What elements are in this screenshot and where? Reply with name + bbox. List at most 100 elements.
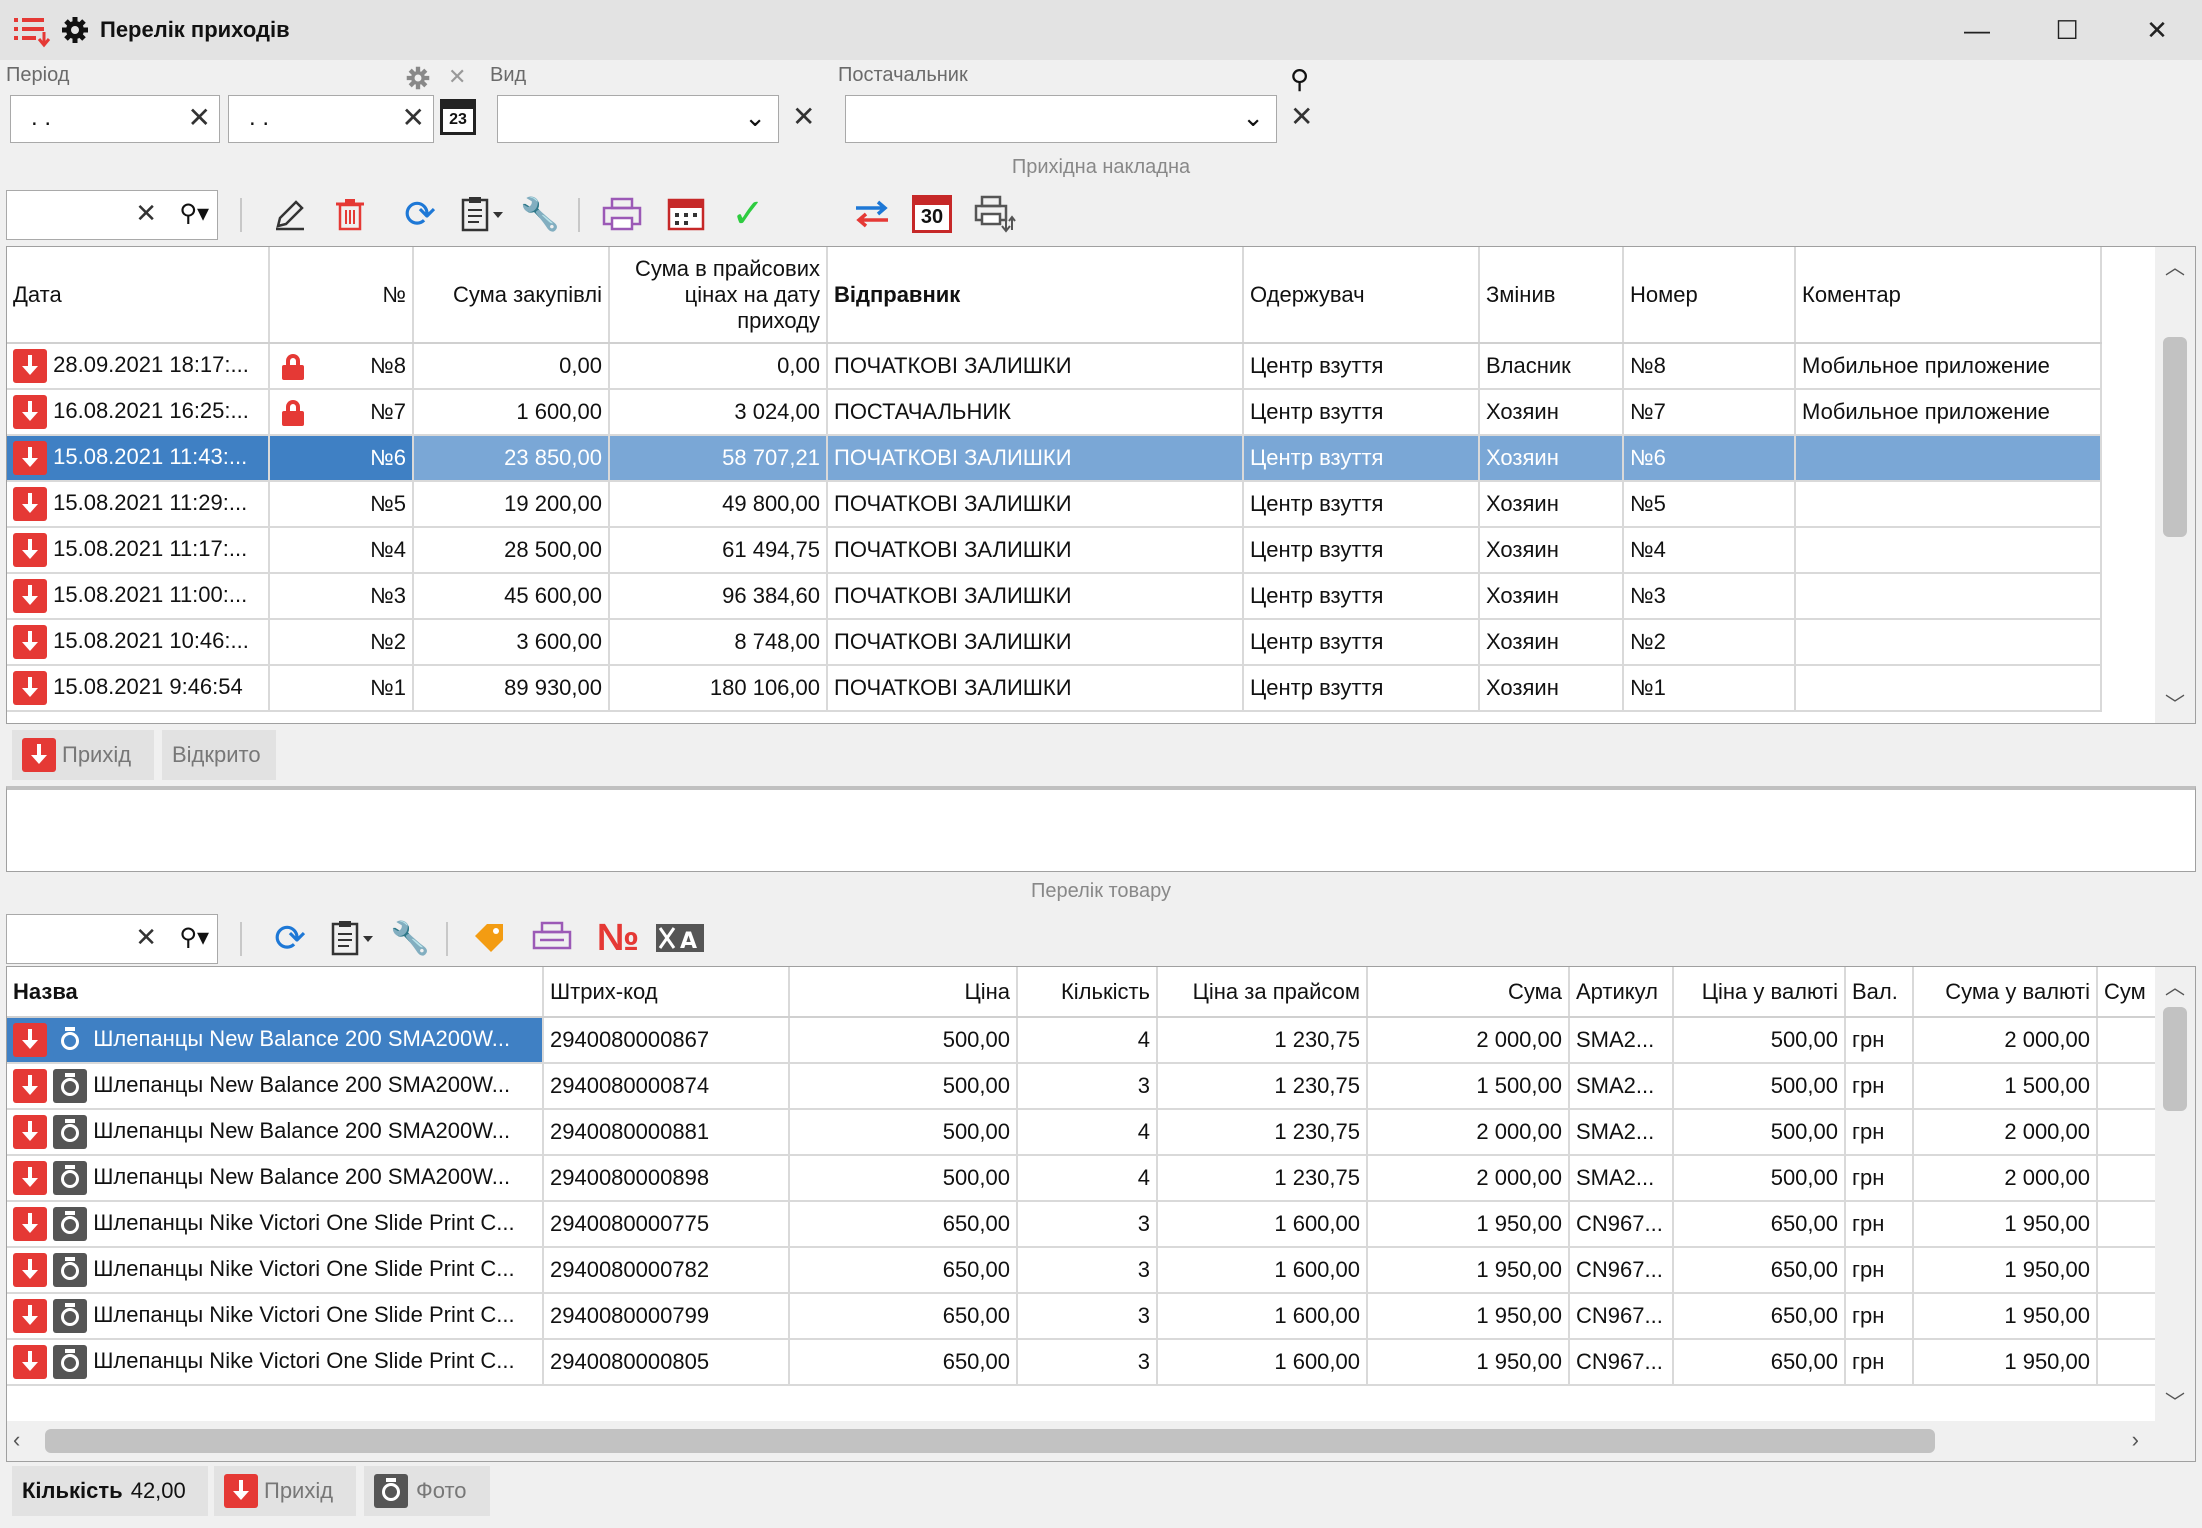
barcode-text-icon[interactable]: A bbox=[652, 910, 708, 966]
open-filter-tag[interactable]: Відкрито bbox=[162, 730, 276, 780]
refresh-icon[interactable]: ⟳ bbox=[398, 186, 442, 242]
edit-icon[interactable] bbox=[268, 186, 312, 242]
col-qty[interactable]: Кількість bbox=[1017, 967, 1158, 1018]
col-sum[interactable]: Сума bbox=[1367, 967, 1570, 1018]
goods-row[interactable]: Шлепанцы Nike Victori One Slide Print C.… bbox=[7, 1293, 2195, 1340]
search-options-icon[interactable]: ⚲▾ bbox=[179, 199, 209, 228]
gear-icon[interactable] bbox=[60, 15, 90, 45]
report-menu-icon[interactable] bbox=[456, 186, 512, 242]
wrench-icon[interactable]: 🔧 bbox=[388, 910, 432, 966]
invoice-search-input[interactable]: ✕ ⚲▾ bbox=[6, 190, 218, 240]
goods-row[interactable]: Шлепанцы Nike Victori One Slide Print C.… bbox=[7, 1247, 2195, 1294]
col-currency[interactable]: Вал. bbox=[1845, 967, 1914, 1018]
camera-icon[interactable] bbox=[53, 1207, 88, 1241]
print-icon[interactable] bbox=[598, 186, 646, 242]
col-price-sum[interactable]: Сума в прайсових цінах на дату приходу bbox=[609, 247, 828, 344]
invoice-row[interactable]: 15.08.2021 10:46:... №2 3 600,00 8 748,0… bbox=[7, 619, 2102, 666]
invoice-row-selected[interactable]: 15.08.2021 11:43:... №6 23 850,00 58 707… bbox=[7, 435, 2102, 482]
col-name[interactable]: Назва bbox=[7, 967, 544, 1018]
camera-icon[interactable] bbox=[53, 1115, 88, 1149]
period-from-field[interactable]: . . ✕ bbox=[10, 95, 220, 143]
period-from-clear-icon[interactable]: ✕ bbox=[188, 104, 211, 132]
col-receiver[interactable]: Одержувач bbox=[1243, 247, 1480, 344]
col-price[interactable]: Ціна bbox=[789, 967, 1018, 1018]
col-purchase-sum[interactable]: Сума закупівлі bbox=[413, 247, 610, 344]
col-sender[interactable]: Відправник bbox=[827, 247, 1244, 344]
numbering-icon[interactable]: № bbox=[590, 910, 646, 966]
period-settings-icon[interactable] bbox=[405, 65, 431, 91]
kind-select[interactable]: ⌄ bbox=[497, 95, 779, 143]
label-print-icon[interactable] bbox=[528, 910, 576, 966]
camera-icon[interactable] bbox=[53, 1299, 88, 1333]
monthly-calendar-icon[interactable]: 30 bbox=[908, 186, 956, 242]
scroll-down-icon[interactable]: ﹀ bbox=[2165, 1386, 2185, 1415]
camera-icon[interactable] bbox=[53, 1345, 88, 1379]
price-tag-icon[interactable] bbox=[466, 910, 514, 966]
wrench-icon[interactable]: 🔧 bbox=[518, 186, 562, 242]
period-to-clear-icon[interactable]: ✕ bbox=[402, 104, 425, 132]
camera-icon[interactable] bbox=[53, 1253, 88, 1287]
delete-icon[interactable] bbox=[328, 186, 372, 242]
invoice-row[interactable]: 15.08.2021 9:46:54 №1 89 930,00 180 106,… bbox=[7, 665, 2102, 712]
transfer-icon[interactable] bbox=[848, 186, 896, 242]
col-barcode[interactable]: Штрих-код bbox=[543, 967, 790, 1018]
scroll-up-icon[interactable]: ︿ bbox=[2155, 971, 2195, 1000]
col-date[interactable]: Дата bbox=[7, 247, 270, 344]
confirm-check-icon[interactable]: ✓ bbox=[724, 186, 772, 242]
refresh-icon[interactable]: ⟳ bbox=[268, 910, 312, 966]
col-currency-price[interactable]: Ціна у валюті bbox=[1673, 967, 1846, 1018]
goods-search-input[interactable]: ✕ ⚲▾ bbox=[6, 914, 218, 964]
invoice-vertical-scrollbar[interactable]: ︿ ﹀ bbox=[2155, 247, 2195, 723]
col-changed[interactable]: Змінив bbox=[1479, 247, 1624, 344]
col-no[interactable]: № bbox=[269, 247, 414, 344]
goods-hscroll-thumb[interactable] bbox=[45, 1429, 1935, 1453]
search-clear-icon[interactable]: ✕ bbox=[135, 924, 157, 950]
goods-scroll-thumb[interactable] bbox=[2163, 1007, 2187, 1111]
scroll-up-icon[interactable]: ︿ bbox=[2155, 251, 2195, 280]
invoice-row[interactable]: 15.08.2021 11:17:... №4 28 500,00 61 494… bbox=[7, 527, 2102, 574]
income-footer-tag[interactable]: Прихід bbox=[214, 1466, 356, 1516]
period-to-field[interactable]: . . ✕ bbox=[228, 95, 434, 143]
chevron-down-icon[interactable]: ⌄ bbox=[1242, 102, 1264, 133]
col-number[interactable]: Номер bbox=[1623, 247, 1796, 344]
scroll-left-icon[interactable]: ‹ bbox=[13, 1427, 20, 1453]
list-menu-icon[interactable] bbox=[10, 10, 54, 50]
kind-clear-icon[interactable]: ✕ bbox=[792, 103, 815, 131]
goods-row-selected[interactable]: Шлепанцы New Balance 200 SMA200W... 2940… bbox=[7, 1017, 2195, 1064]
period-clear-icon[interactable]: ✕ bbox=[448, 64, 466, 90]
supplier-clear-icon[interactable]: ✕ bbox=[1290, 103, 1313, 131]
photo-footer-tag[interactable]: Фото bbox=[364, 1466, 490, 1516]
scroll-down-icon[interactable]: ﹀ bbox=[2165, 688, 2185, 717]
print-settings-icon[interactable] bbox=[970, 186, 1018, 242]
invoice-row[interactable]: 15.08.2021 11:29:... №5 19 200,00 49 800… bbox=[7, 481, 2102, 528]
goods-row[interactable]: Шлепанцы New Balance 200 SMA200W... 2940… bbox=[7, 1109, 2195, 1156]
close-button[interactable]: ✕ bbox=[2112, 0, 2202, 60]
camera-icon[interactable] bbox=[53, 1161, 88, 1195]
chevron-down-icon[interactable]: ⌄ bbox=[744, 102, 766, 133]
col-list-price[interactable]: Ціна за прайсом bbox=[1157, 967, 1368, 1018]
search-options-icon[interactable]: ⚲▾ bbox=[179, 923, 209, 952]
goods-row[interactable]: Шлепанцы New Balance 200 SMA200W... 2940… bbox=[7, 1155, 2195, 1202]
search-clear-icon[interactable]: ✕ bbox=[135, 200, 157, 226]
col-currency-sum[interactable]: Сума у валюті bbox=[1913, 967, 2098, 1018]
supplier-select[interactable]: ⌄ bbox=[845, 95, 1277, 143]
invoice-row[interactable]: 16.08.2021 16:25:... №7 1 600,00 3 024,0… bbox=[7, 389, 2102, 436]
col-article[interactable]: Артикул bbox=[1569, 967, 1674, 1018]
goods-row[interactable]: Шлепанцы Nike Victori One Slide Print C.… bbox=[7, 1201, 2195, 1248]
goods-row[interactable]: Шлепанцы Nike Victori One Slide Print C.… bbox=[7, 1339, 2195, 1386]
invoice-scroll-thumb[interactable] bbox=[2163, 337, 2187, 537]
calendar-grid-icon[interactable] bbox=[662, 186, 710, 242]
search-icon[interactable]: ⚲ bbox=[1290, 64, 1309, 95]
invoice-row[interactable]: 15.08.2021 11:00:... №3 45 600,00 96 384… bbox=[7, 573, 2102, 620]
camera-icon[interactable] bbox=[53, 1069, 88, 1103]
col-comment[interactable]: Коментар bbox=[1795, 247, 2102, 344]
invoice-row[interactable]: 28.09.2021 18:17:... №8 0,00 0,00 ПОЧАТК… bbox=[7, 343, 2102, 390]
goods-row[interactable]: Шлепанцы New Balance 200 SMA200W... 2940… bbox=[7, 1063, 2195, 1110]
calendar-icon[interactable]: 23 bbox=[440, 99, 476, 135]
goods-horizontal-scrollbar[interactable]: ‹ › bbox=[7, 1421, 2195, 1461]
report-menu-icon[interactable] bbox=[326, 910, 382, 966]
maximize-button[interactable]: ☐ bbox=[2022, 0, 2112, 60]
goods-vertical-scrollbar[interactable]: ︿ ﹀ bbox=[2155, 967, 2195, 1421]
income-filter-tag[interactable]: Прихід bbox=[12, 730, 154, 780]
scroll-right-icon[interactable]: › bbox=[2132, 1427, 2139, 1453]
